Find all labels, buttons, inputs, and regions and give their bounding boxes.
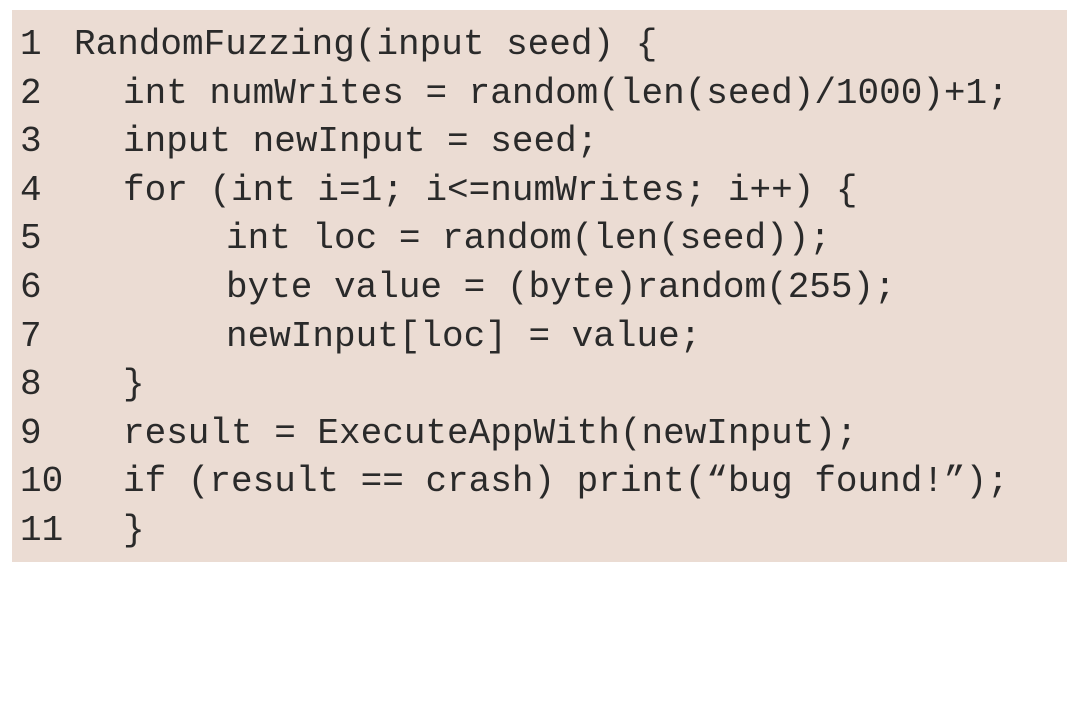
code-line: 2 int numWrites = random(len(seed)/1000)… — [20, 70, 1067, 119]
code-text: input newInput = seed; — [123, 121, 599, 163]
code-text: } — [123, 364, 145, 406]
line-number: 9 — [20, 412, 42, 454]
code-text: if (result == crash) print(“bug found!”)… — [123, 461, 1009, 503]
code-text: byte value = (byte)random(255); — [226, 266, 896, 308]
code-line: 7 newInput[loc] = value; — [20, 313, 1067, 362]
line-number: 3 — [20, 121, 42, 163]
line-number: 5 — [20, 218, 42, 260]
line-number: 1 — [20, 24, 42, 65]
code-line: 4 for (int i=1; i<=numWrites; i++) { — [20, 167, 1067, 216]
code-line: 11 } — [20, 507, 1067, 556]
code-line: 1 RandomFuzzing(input seed) { — [20, 21, 1067, 70]
code-text: result = ExecuteAppWith(newInput); — [123, 412, 858, 454]
code-text: } — [123, 509, 145, 551]
line-number: 6 — [20, 266, 42, 308]
line-number: 4 — [20, 169, 42, 211]
line-number: 8 — [20, 364, 42, 406]
code-line: 8 } — [20, 361, 1067, 410]
line-number: 11 — [20, 509, 64, 551]
code-text: newInput[loc] = value; — [226, 315, 702, 357]
code-text: for (int i=1; i<=numWrites; i++) { — [123, 169, 858, 211]
code-text: int numWrites = random(len(seed)/1000)+1… — [123, 72, 1009, 114]
line-number: 10 — [20, 461, 64, 503]
line-number: 7 — [20, 315, 42, 357]
code-line: 5 int loc = random(len(seed)); — [20, 215, 1067, 264]
code-line: 9 result = ExecuteAppWith(newInput); — [20, 410, 1067, 459]
code-line: 10 if (result == crash) print(“bug found… — [20, 458, 1067, 507]
code-line: 3 input newInput = seed; — [20, 118, 1067, 167]
line-number: 2 — [20, 72, 42, 114]
code-text: RandomFuzzing(input seed) { — [74, 24, 658, 65]
code-text: int loc = random(len(seed)); — [226, 218, 831, 260]
code-listing: 1 RandomFuzzing(input seed) { 2 int numW… — [12, 10, 1067, 562]
code-line: 6 byte value = (byte)random(255); — [20, 264, 1067, 313]
